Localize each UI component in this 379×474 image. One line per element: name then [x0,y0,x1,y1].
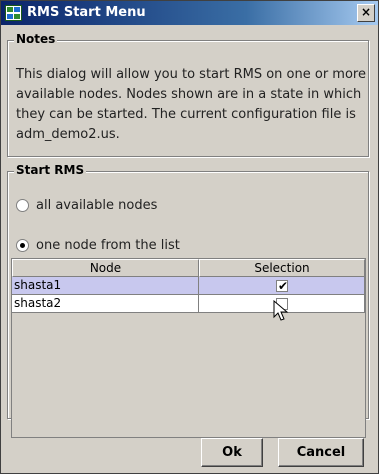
table-row-shasta2[interactable]: shasta2 [12,295,365,313]
node-cell[interactable]: shasta2 [12,295,199,313]
table-header: Node Selection [12,259,365,277]
radio-label-all-nodes: all available nodes [36,197,158,213]
window-title: RMS Start Menu [27,5,146,20]
notes-title: Notes [14,32,58,46]
title-bar[interactable]: RMS Start Menu × [1,1,378,25]
table-row-shasta1[interactable]: shasta1 ✔ [12,277,365,295]
ok-button[interactable]: Ok [201,438,263,467]
notes-group: Notes This dialog will allow you to star… [7,32,369,157]
rms-start-dialog: RMS Start Menu × Notes This dialog will … [0,0,379,474]
node-table: Node Selection shasta1 ✔ shasta2 [11,258,366,438]
start-rms-group: Start RMS all available nodes one node f… [7,163,369,438]
rms-app-icon [5,5,22,21]
node-cell[interactable]: shasta1 [12,277,199,295]
close-button[interactable]: × [357,4,375,22]
selection-cell[interactable]: ✔ [199,277,365,295]
radio-all-nodes[interactable]: all available nodes [16,196,157,214]
radio-button-one-node[interactable] [16,238,29,252]
cancel-button[interactable]: Cancel [278,438,364,467]
selection-checkbox-shasta1[interactable]: ✔ [276,279,289,293]
notes-text: This dialog will allow you to start RMS … [16,67,366,142]
radio-button-all-nodes[interactable] [16,198,29,212]
mouse-pointer-icon [273,300,289,321]
column-header-node[interactable]: Node [12,259,199,277]
radio-label-one-node: one node from the list [36,237,180,253]
start-rms-title: Start RMS [14,163,87,177]
column-header-selection[interactable]: Selection [199,259,365,277]
checkmark-icon: ✔ [278,279,289,293]
radio-one-node[interactable]: one node from the list [16,236,180,254]
